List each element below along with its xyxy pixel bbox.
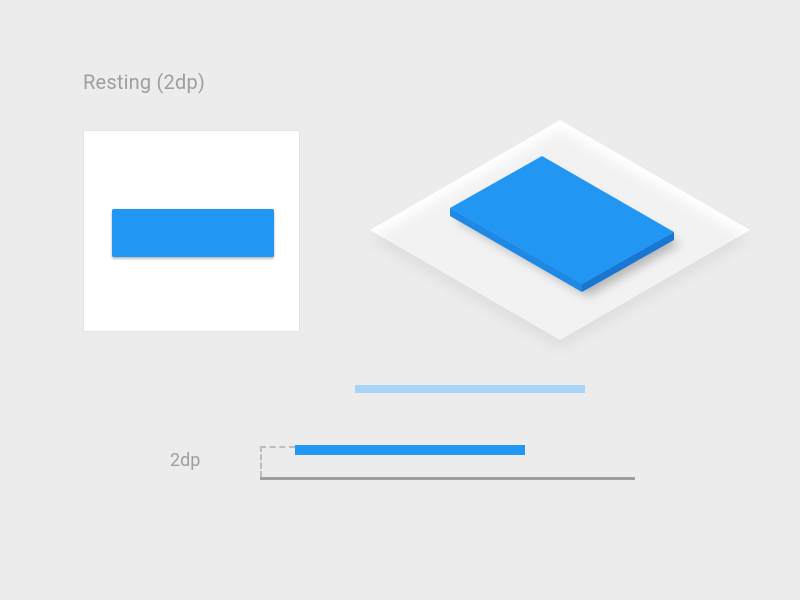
raised-button-flat (112, 209, 274, 257)
flat-surface-card (83, 130, 300, 332)
elevation-diagram: 2dp (175, 370, 675, 570)
isometric-view (350, 80, 770, 360)
leader-line-vertical (260, 446, 262, 477)
page-title: Resting (2dp) (83, 70, 205, 94)
elevation-label: 2dp (170, 450, 200, 471)
elevation-bars (175, 370, 675, 570)
leader-line-horizontal (260, 446, 295, 448)
diagram-stage: Resting (2dp) (0, 0, 800, 600)
